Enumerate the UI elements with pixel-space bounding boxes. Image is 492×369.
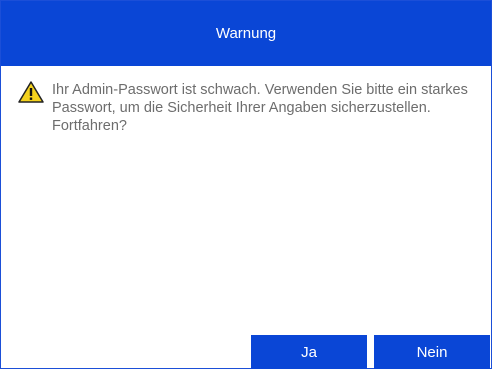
message-area: Ihr Admin-Passwort ist schwach. Verwende… [18, 81, 478, 135]
dialog-title: Warnung [215, 25, 277, 42]
yes-button[interactable]: Ja [251, 335, 367, 369]
no-button[interactable]: Nein [374, 335, 490, 369]
warning-message: Ihr Admin-Passwort ist schwach. Verwende… [52, 82, 468, 134]
warning-icon [18, 81, 44, 103]
dialog-title-bar: Warnung [1, 1, 491, 66]
warning-dialog: Warnung Ihr Admin-Passwort ist schwach. … [0, 0, 492, 369]
